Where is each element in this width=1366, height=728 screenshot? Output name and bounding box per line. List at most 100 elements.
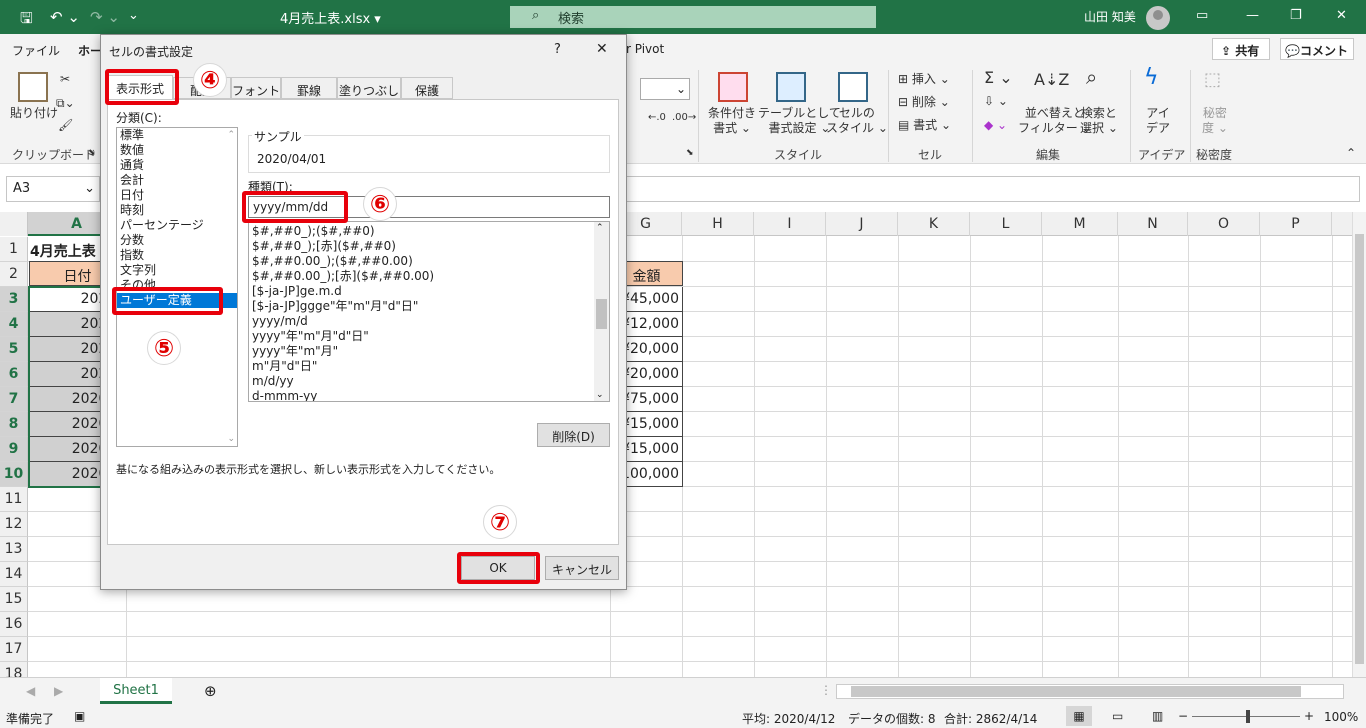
ideas-icon[interactable]: ϟ bbox=[1144, 67, 1159, 89]
category-item[interactable]: 指数 bbox=[117, 248, 237, 263]
menu-home[interactable]: ホー bbox=[78, 42, 102, 59]
format-item[interactable]: [$-ja-JP]ggge"年"m"月"d"日" bbox=[249, 299, 609, 314]
clipboard-launcher-icon[interactable]: ⬊ bbox=[88, 146, 96, 161]
col-header-h[interactable]: H bbox=[682, 212, 754, 236]
row-header[interactable]: 6 bbox=[0, 362, 28, 387]
format-item[interactable]: $#,##0_);[赤]($#,##0) bbox=[249, 239, 609, 254]
format-item[interactable]: $#,##0.00_);($#,##0.00) bbox=[249, 254, 609, 269]
row-header[interactable]: 15 bbox=[0, 587, 28, 612]
fill-icon[interactable]: ⇩ ⌄ bbox=[984, 94, 1008, 109]
row-header[interactable]: 3 bbox=[0, 287, 28, 312]
cell-style-label[interactable]: セルの スタイル ⌄ bbox=[826, 106, 888, 136]
format-painter-icon[interactable]: 🖌 bbox=[58, 118, 73, 133]
zoom-out-icon[interactable]: − bbox=[1178, 709, 1188, 723]
category-item[interactable]: 時刻 bbox=[117, 203, 237, 218]
row-header[interactable]: 17 bbox=[0, 637, 28, 662]
category-item[interactable]: 分数 bbox=[117, 233, 237, 248]
share-button[interactable]: ⇪ 共有 bbox=[1212, 38, 1270, 60]
collapse-ribbon-icon[interactable]: ⌃ bbox=[1346, 146, 1356, 161]
sheet-tab-sheet1[interactable]: Sheet1 bbox=[100, 678, 172, 704]
vertical-scrollbar[interactable] bbox=[1352, 212, 1366, 677]
horizontal-scrollbar-thumb[interactable] bbox=[851, 686, 1301, 697]
row-header[interactable]: 16 bbox=[0, 612, 28, 637]
customize-qat-icon[interactable]: ⌄ bbox=[128, 8, 139, 23]
format-button[interactable]: ▤ 書式 ⌄ bbox=[898, 118, 951, 133]
row-header[interactable]: 9 bbox=[0, 437, 28, 462]
paste-label[interactable]: 貼り付け bbox=[10, 106, 58, 121]
col-header-p[interactable]: P bbox=[1260, 212, 1332, 236]
col-header-l[interactable]: L bbox=[970, 212, 1042, 236]
save-icon[interactable]: 🖫 bbox=[20, 8, 33, 33]
decrease-decimal-icon[interactable]: .00→ bbox=[672, 110, 696, 125]
col-header-i[interactable]: I bbox=[754, 212, 826, 236]
find-select-icon[interactable]: ⌕ bbox=[1086, 67, 1097, 87]
tab-scroll-left-icon[interactable]: ◀ bbox=[26, 684, 35, 698]
category-scroll-up-icon[interactable]: ⌃ bbox=[227, 130, 235, 140]
col-header-j[interactable]: J bbox=[826, 212, 898, 236]
cell-style-icon[interactable] bbox=[838, 72, 868, 102]
category-item[interactable]: 文字列 bbox=[117, 263, 237, 278]
normal-view-icon[interactable]: ▦ bbox=[1066, 706, 1092, 726]
help-icon[interactable]: ? bbox=[554, 42, 561, 57]
tab-font[interactable]: フォント bbox=[231, 77, 281, 99]
ideas-label[interactable]: アイ デア bbox=[1146, 106, 1170, 136]
row-header[interactable]: 5 bbox=[0, 337, 28, 362]
col-header-n[interactable]: N bbox=[1118, 212, 1188, 236]
undo-icon[interactable]: ↶ ⌄ bbox=[50, 8, 80, 26]
tab-split-icon[interactable]: ⋮ bbox=[820, 683, 832, 697]
ribbon-display-icon[interactable]: ▭ bbox=[1196, 8, 1208, 23]
category-scroll-down-icon[interactable]: ⌄ bbox=[227, 434, 235, 444]
name-box[interactable]: A3 ⌄ bbox=[6, 176, 100, 202]
zoom-slider-thumb[interactable] bbox=[1246, 710, 1250, 723]
col-header-o[interactable]: O bbox=[1188, 212, 1260, 236]
format-item[interactable]: d-mmm-yy bbox=[249, 389, 609, 401]
redo-icon[interactable]: ↷ ⌄ bbox=[90, 8, 120, 26]
page-break-view-icon[interactable]: ▥ bbox=[1152, 709, 1163, 723]
comment-button[interactable]: 💬コメント bbox=[1280, 38, 1354, 60]
row-header[interactable]: 4 bbox=[0, 312, 28, 337]
copy-icon[interactable]: ⧉⌄ bbox=[56, 96, 75, 111]
sensitivity-label[interactable]: 秘密度 ⌄ bbox=[1202, 106, 1228, 136]
row-header[interactable]: 10 bbox=[0, 462, 28, 487]
row-header[interactable]: 1 bbox=[0, 237, 28, 262]
insert-button[interactable]: ⊞ 挿入 ⌄ bbox=[898, 72, 950, 87]
format-scroll-down-icon[interactable]: ⌄ bbox=[596, 390, 604, 400]
tab-fill[interactable]: 塗りつぶし bbox=[337, 77, 401, 99]
add-sheet-icon[interactable]: ⊕ bbox=[204, 682, 217, 700]
format-item[interactable]: yyyy"年"m"月"d"日" bbox=[249, 329, 609, 344]
cancel-button[interactable]: キャンセル bbox=[545, 556, 619, 580]
select-all-corner[interactable] bbox=[0, 212, 28, 236]
window-close-icon[interactable]: ✕ bbox=[1336, 8, 1347, 23]
delete-format-button[interactable]: 削除(D) bbox=[537, 423, 610, 447]
number-format-select[interactable]: ⌄ bbox=[640, 78, 690, 100]
macro-record-icon[interactable]: ▣ bbox=[74, 709, 85, 723]
category-item[interactable]: 通貨 bbox=[117, 158, 237, 173]
find-select-label[interactable]: 検索と 選択 ⌄ bbox=[1080, 106, 1118, 136]
tab-border[interactable]: 罫線 bbox=[281, 77, 337, 99]
zoom-in-icon[interactable]: + bbox=[1304, 709, 1314, 723]
cut-icon[interactable]: ✂ bbox=[60, 72, 70, 87]
close-icon[interactable]: ✕ bbox=[596, 41, 608, 57]
row-header[interactable]: 2 bbox=[0, 262, 28, 287]
format-item[interactable]: m"月"d"日" bbox=[249, 359, 609, 374]
vertical-scrollbar-thumb[interactable] bbox=[1355, 234, 1364, 664]
format-item[interactable]: $#,##0.00_);[赤]($#,##0.00) bbox=[249, 269, 609, 284]
sort-filter-icon[interactable]: A⇣Z bbox=[1034, 72, 1069, 88]
menu-file[interactable]: ファイル bbox=[12, 42, 60, 59]
table-format-icon[interactable] bbox=[776, 72, 806, 102]
name-box-dropdown-icon[interactable]: ⌄ bbox=[84, 181, 95, 196]
delete-button[interactable]: ⊟ 削除 ⌄ bbox=[898, 95, 950, 110]
zoom-level[interactable]: 100% bbox=[1324, 710, 1358, 724]
format-scroll-up-icon[interactable]: ⌃ bbox=[596, 223, 604, 233]
paste-icon[interactable] bbox=[18, 72, 48, 102]
row-header[interactable]: 7 bbox=[0, 387, 28, 412]
format-item[interactable]: m/d/yy bbox=[249, 374, 609, 389]
cell-a1[interactable]: 4月売上表 bbox=[30, 237, 96, 262]
category-item[interactable]: 日付 bbox=[117, 188, 237, 203]
format-item[interactable]: $#,##0_);($#,##0) bbox=[249, 224, 609, 239]
category-item[interactable]: パーセンテージ bbox=[117, 218, 237, 233]
horizontal-scrollbar[interactable] bbox=[836, 684, 1344, 699]
formula-bar[interactable] bbox=[620, 176, 1360, 202]
row-header[interactable]: 11 bbox=[0, 487, 28, 512]
number-launcher-icon[interactable]: ⬊ bbox=[686, 146, 694, 161]
